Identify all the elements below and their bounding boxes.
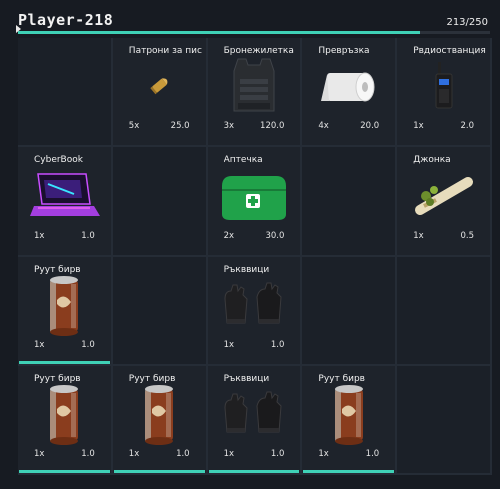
item-weight: 1.0 bbox=[81, 449, 95, 459]
inventory-slot-empty[interactable] bbox=[397, 365, 492, 475]
inventory-slot-item[interactable]: Ръкввици 1x 1.0 bbox=[207, 365, 303, 475]
item-weight: 0.5 bbox=[460, 230, 474, 241]
inventory-slot-item[interactable]: Руут бирв 1x 1.0 bbox=[18, 256, 113, 366]
bullet-icon bbox=[144, 71, 174, 105]
item-quantity: 2x bbox=[223, 230, 235, 241]
item-durability-bar bbox=[19, 360, 110, 364]
item-quantity: 1x bbox=[128, 449, 140, 459]
item-quantity: 5x bbox=[128, 121, 140, 132]
item-weight: 1.0 bbox=[365, 449, 380, 459]
item-name: CyberBook bbox=[34, 155, 83, 166]
inventory-slot-empty[interactable] bbox=[302, 256, 398, 366]
laptop-icon bbox=[28, 170, 101, 226]
player-name: Player-218 bbox=[18, 11, 114, 29]
inventory-slot-item[interactable]: Руут бирв 1x 1.0 bbox=[302, 365, 398, 475]
inventory-slot-item[interactable]: Превръзка 4x 20.0 bbox=[302, 38, 398, 148]
item-name: Ръкввици bbox=[223, 373, 270, 384]
item-quantity: 4x bbox=[318, 121, 329, 132]
beer-can-icon bbox=[47, 381, 81, 451]
item-weight: 2.0 bbox=[460, 121, 474, 132]
item-quantity: 1x bbox=[34, 449, 45, 459]
item-weight: 120.0 bbox=[260, 121, 285, 132]
first-aid-kit-icon bbox=[216, 168, 292, 228]
inventory-slot-item[interactable]: Бронежилетка 3x 120.0 bbox=[207, 38, 303, 148]
radio-icon bbox=[433, 60, 455, 116]
inventory-slot-item[interactable]: Рвдиостванция 1x 2.0 bbox=[397, 38, 492, 148]
inventory-slot-empty[interactable] bbox=[302, 147, 398, 257]
gloves-icon bbox=[219, 388, 289, 444]
inventory-slot-item[interactable]: Руут бирв 1x 1.0 bbox=[112, 365, 208, 475]
item-name: Ръкввици bbox=[223, 264, 270, 275]
item-weight: 1.0 bbox=[270, 339, 285, 350]
capacity-text: 213/250 bbox=[446, 17, 488, 28]
item-quantity: 3x bbox=[223, 121, 235, 132]
item-name: Аптечка bbox=[223, 155, 263, 166]
joint-icon bbox=[410, 170, 478, 226]
inventory-slot-empty[interactable] bbox=[112, 147, 208, 257]
item-quantity: 1x bbox=[34, 339, 45, 350]
inventory-slot-item[interactable]: Руут бирв 1x 1.0 bbox=[18, 365, 113, 475]
inventory-slot-empty[interactable] bbox=[18, 38, 113, 148]
item-weight: 1.0 bbox=[81, 230, 95, 241]
beer-can-icon bbox=[142, 381, 176, 451]
item-durability-bar bbox=[19, 470, 110, 473]
capacity-marker-icon bbox=[16, 25, 21, 33]
item-quantity: 1x bbox=[34, 230, 45, 241]
item-name: Превръзка bbox=[318, 46, 370, 56]
inventory-slot-item[interactable]: Патрони за пис.. 5x 25.0 bbox=[112, 38, 208, 148]
inventory-grid: Патрони за пис.. 5x 25.0 Бронежилетка 3x 12… bbox=[18, 38, 492, 475]
item-quantity: 1x bbox=[413, 121, 424, 132]
item-quantity: 1x bbox=[223, 339, 235, 350]
item-quantity: 1x bbox=[318, 449, 329, 459]
capacity-bar bbox=[18, 31, 490, 34]
item-quantity: 1x bbox=[413, 230, 424, 241]
item-durability-bar bbox=[208, 470, 300, 473]
item-name: Джонка bbox=[413, 155, 451, 166]
item-weight: 25.0 bbox=[170, 121, 190, 132]
beer-can-icon bbox=[332, 381, 366, 451]
item-durability-bar bbox=[113, 470, 205, 473]
inventory-slot-item[interactable]: Джонка 1x 0.5 bbox=[397, 147, 492, 257]
beer-can-icon bbox=[47, 272, 81, 342]
inventory-slot-empty[interactable] bbox=[397, 256, 492, 366]
item-weight: 1.0 bbox=[270, 449, 285, 459]
item-durability-bar bbox=[303, 470, 395, 473]
item-name: Рвдиостванция bbox=[413, 46, 486, 56]
item-weight: 30.0 bbox=[265, 230, 285, 241]
item-weight: 1.0 bbox=[176, 449, 190, 459]
inventory-header: Player-218 213/250 bbox=[0, 0, 500, 38]
item-weight: 1.0 bbox=[81, 339, 95, 350]
item-name: Патрони за пис.. bbox=[128, 46, 202, 56]
inventory-slot-item[interactable]: Аптечка 2x 30.0 bbox=[207, 147, 303, 257]
gloves-icon bbox=[219, 279, 289, 335]
inventory-slot-item[interactable]: CyberBook 1x 1.0 bbox=[18, 147, 113, 257]
inventory-slot-empty[interactable] bbox=[112, 256, 208, 366]
bandage-roll-icon bbox=[319, 61, 379, 115]
capacity-bar-fill bbox=[18, 31, 421, 34]
inventory-slot-item[interactable]: Ръкввици 1x 1.0 bbox=[207, 256, 303, 366]
body-armor-icon bbox=[228, 55, 280, 121]
item-quantity: 1x bbox=[223, 449, 235, 459]
item-weight: 20.0 bbox=[360, 121, 380, 132]
